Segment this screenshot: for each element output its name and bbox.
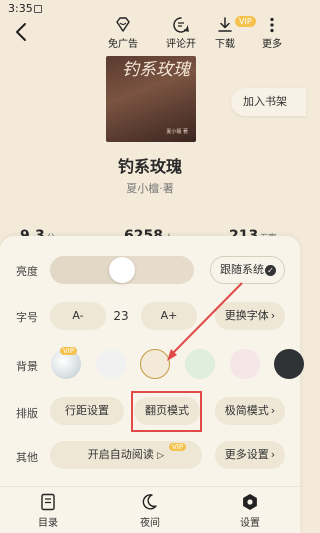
catalog-label: 目录 — [38, 518, 58, 529]
settings-tab[interactable]: 设置 — [240, 493, 260, 529]
annotation-arrow — [167, 282, 243, 361]
night-label: 夜间 — [140, 518, 160, 529]
bottom-nav: 目录 夜间 设置 — [0, 486, 300, 533]
settings-gear-icon — [243, 494, 257, 510]
settings-label: 设置 — [240, 518, 260, 529]
catalog-tab[interactable]: 目录 — [38, 493, 58, 529]
moon-icon — [142, 494, 157, 510]
catalog-icon — [41, 493, 55, 511]
night-mode-tab[interactable]: 夜间 — [140, 493, 160, 529]
